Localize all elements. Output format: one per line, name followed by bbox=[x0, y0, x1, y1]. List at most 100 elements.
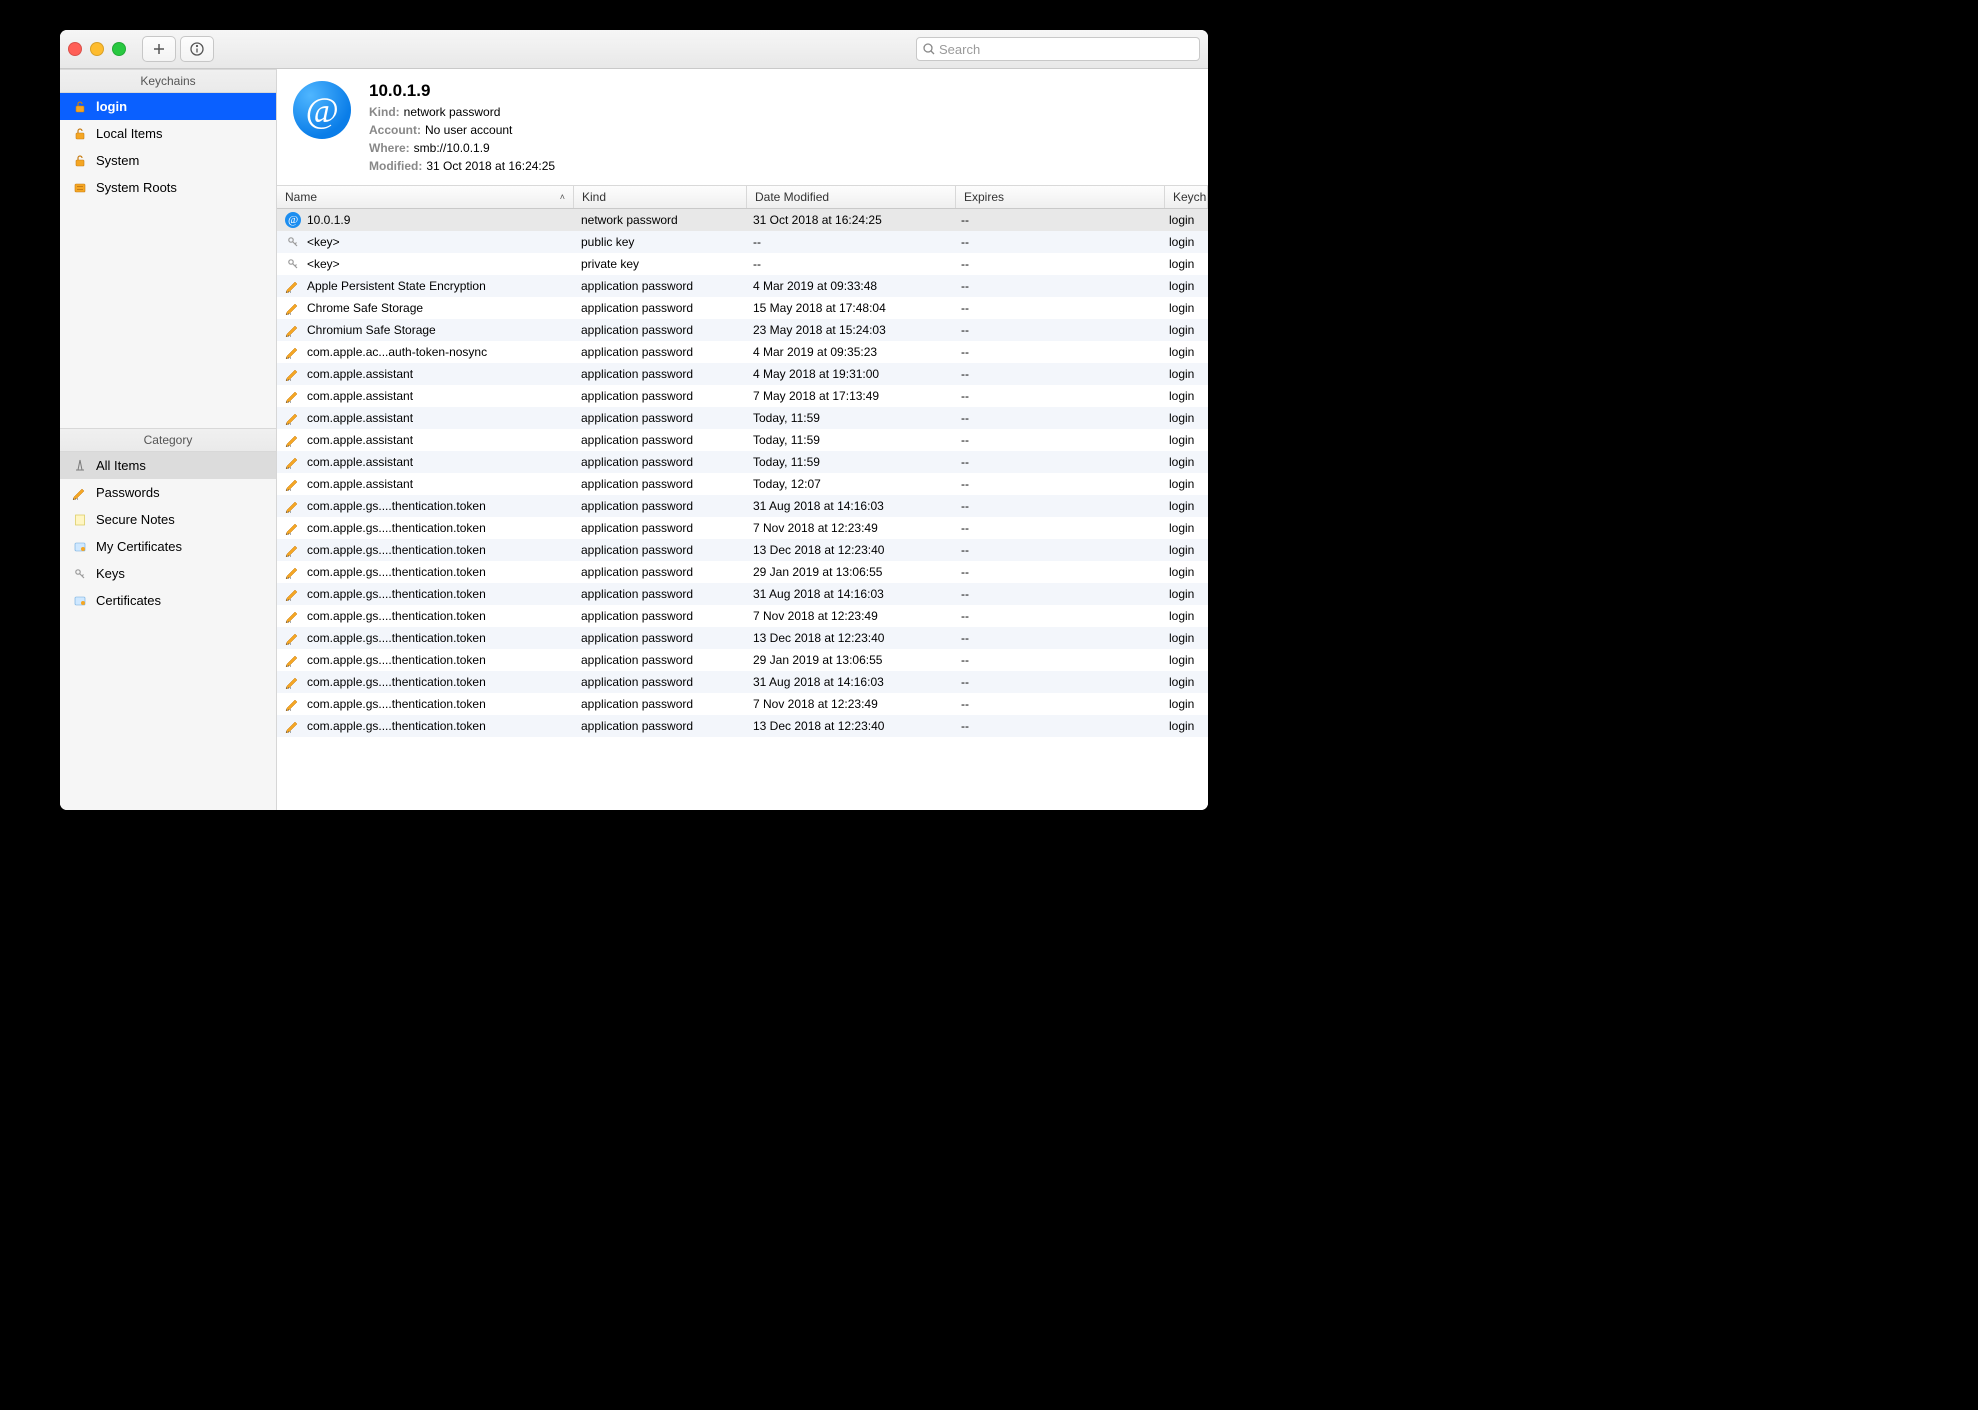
cell-expires: -- bbox=[953, 279, 1161, 293]
cell-keychain: login bbox=[1161, 301, 1208, 315]
category-item-passwords[interactable]: Passwords bbox=[60, 479, 276, 506]
pencil-icon bbox=[285, 410, 301, 426]
cell-keychain: login bbox=[1161, 279, 1208, 293]
cell-name: com.apple.gs....thentication.token bbox=[307, 697, 486, 711]
cell-expires: -- bbox=[953, 235, 1161, 249]
minimize-button[interactable] bbox=[90, 42, 104, 56]
cell-keychain: login bbox=[1161, 653, 1208, 667]
category-header: Category bbox=[60, 428, 276, 452]
cell-name: com.apple.assistant bbox=[307, 367, 413, 381]
table-row[interactable]: Chromium Safe Storageapplication passwor… bbox=[277, 319, 1208, 341]
table-row[interactable]: com.apple.assistantapplication password4… bbox=[277, 363, 1208, 385]
table-row[interactable]: com.apple.gs....thentication.tokenapplic… bbox=[277, 561, 1208, 583]
table-row[interactable]: @10.0.1.9network password31 Oct 2018 at … bbox=[277, 209, 1208, 231]
table-row[interactable]: <key>public key----login bbox=[277, 231, 1208, 253]
detail-label: Kind: bbox=[369, 105, 400, 119]
pencil-icon bbox=[285, 564, 301, 580]
column-header-name[interactable]: Name˄ bbox=[277, 186, 574, 208]
detail-label: Where: bbox=[369, 141, 410, 155]
table-row[interactable]: com.apple.assistantapplication passwordT… bbox=[277, 429, 1208, 451]
pencil-icon bbox=[72, 485, 88, 501]
keychain-item-system[interactable]: System bbox=[60, 147, 276, 174]
column-header-date-modified[interactable]: Date Modified bbox=[747, 186, 956, 208]
column-header-kind[interactable]: Kind bbox=[574, 186, 747, 208]
table-row[interactable]: com.apple.ac...auth-token-nosyncapplicat… bbox=[277, 341, 1208, 363]
category-item-keys[interactable]: Keys bbox=[60, 560, 276, 587]
table-row[interactable]: com.apple.gs....thentication.tokenapplic… bbox=[277, 671, 1208, 693]
table-row[interactable]: com.apple.assistantapplication passwordT… bbox=[277, 451, 1208, 473]
add-button[interactable] bbox=[142, 36, 176, 62]
cell-modified: 29 Jan 2019 at 13:06:55 bbox=[745, 565, 953, 579]
cell-name: com.apple.assistant bbox=[307, 389, 413, 403]
table-row[interactable]: com.apple.gs....thentication.tokenapplic… bbox=[277, 627, 1208, 649]
cell-modified: Today, 11:59 bbox=[745, 455, 953, 469]
cell-expires: -- bbox=[953, 499, 1161, 513]
cell-keychain: login bbox=[1161, 345, 1208, 359]
table-row[interactable]: com.apple.gs....thentication.tokenapplic… bbox=[277, 605, 1208, 627]
table-row[interactable]: com.apple.gs....thentication.tokenapplic… bbox=[277, 539, 1208, 561]
table-row[interactable]: com.apple.gs....thentication.tokenapplic… bbox=[277, 583, 1208, 605]
cell-expires: -- bbox=[953, 543, 1161, 557]
lock-open-icon bbox=[72, 153, 88, 169]
table-row[interactable]: Chrome Safe Storageapplication password1… bbox=[277, 297, 1208, 319]
search-field[interactable]: Search bbox=[916, 37, 1200, 61]
cell-keychain: login bbox=[1161, 389, 1208, 403]
cell-kind: application password bbox=[573, 697, 745, 711]
column-header-keychain[interactable]: Keychain bbox=[1165, 186, 1208, 208]
cell-keychain: login bbox=[1161, 477, 1208, 491]
pencil-icon bbox=[285, 388, 301, 404]
cell-expires: -- bbox=[953, 477, 1161, 491]
table-row[interactable]: com.apple.gs....thentication.tokenapplic… bbox=[277, 495, 1208, 517]
pencil-icon bbox=[285, 674, 301, 690]
cell-expires: -- bbox=[953, 565, 1161, 579]
table-row[interactable]: <key>private key----login bbox=[277, 253, 1208, 275]
cell-name: com.apple.gs....thentication.token bbox=[307, 543, 486, 557]
detail-value: smb://10.0.1.9 bbox=[414, 141, 490, 155]
cell-expires: -- bbox=[953, 587, 1161, 601]
keychain-item-system-roots[interactable]: System Roots bbox=[60, 174, 276, 201]
keychain-item-login[interactable]: login bbox=[60, 93, 276, 120]
cell-keychain: login bbox=[1161, 565, 1208, 579]
table-row[interactable]: com.apple.assistantapplication password7… bbox=[277, 385, 1208, 407]
table-row[interactable]: com.apple.gs....thentication.tokenapplic… bbox=[277, 715, 1208, 737]
category-label: Certificates bbox=[96, 593, 161, 608]
table-row[interactable]: com.apple.gs....thentication.tokenapplic… bbox=[277, 517, 1208, 539]
cell-kind: application password bbox=[573, 719, 745, 733]
keychain-label: Local Items bbox=[96, 126, 162, 141]
cell-modified: -- bbox=[745, 257, 953, 271]
pencil-icon bbox=[285, 300, 301, 316]
category-item-certificates[interactable]: Certificates bbox=[60, 587, 276, 614]
category-item-all-items[interactable]: All Items bbox=[60, 452, 276, 479]
cell-name: Chrome Safe Storage bbox=[307, 301, 423, 315]
pencil-icon bbox=[285, 542, 301, 558]
cell-expires: -- bbox=[953, 257, 1161, 271]
category-item-my-certificates[interactable]: My Certificates bbox=[60, 533, 276, 560]
cell-keychain: login bbox=[1161, 675, 1208, 689]
cell-keychain: login bbox=[1161, 257, 1208, 271]
cell-expires: -- bbox=[953, 301, 1161, 315]
cell-modified: 13 Dec 2018 at 12:23:40 bbox=[745, 631, 953, 645]
category-item-secure-notes[interactable]: Secure Notes bbox=[60, 506, 276, 533]
pencil-icon bbox=[285, 520, 301, 536]
zoom-button[interactable] bbox=[112, 42, 126, 56]
keychain-item-local-items[interactable]: Local Items bbox=[60, 120, 276, 147]
note-icon bbox=[72, 512, 88, 528]
table-row[interactable]: Apple Persistent State Encryptionapplica… bbox=[277, 275, 1208, 297]
cell-name: com.apple.gs....thentication.token bbox=[307, 521, 486, 535]
table-row[interactable]: com.apple.assistantapplication passwordT… bbox=[277, 407, 1208, 429]
table-row[interactable]: com.apple.gs....thentication.token applic… bbox=[277, 693, 1208, 715]
info-button[interactable] bbox=[180, 36, 214, 62]
table-row[interactable]: com.apple.gs....thentication.tokenapplic… bbox=[277, 649, 1208, 671]
table-row[interactable]: com.apple.assistantapplication passwordT… bbox=[277, 473, 1208, 495]
cell-expires: -- bbox=[953, 411, 1161, 425]
close-button[interactable] bbox=[68, 42, 82, 56]
lock-open-icon bbox=[72, 99, 88, 115]
cell-keychain: login bbox=[1161, 719, 1208, 733]
cell-kind: application password bbox=[573, 433, 745, 447]
lock-open-icon bbox=[72, 126, 88, 142]
column-header-expires[interactable]: Expires bbox=[956, 186, 1165, 208]
cell-keychain: login bbox=[1161, 697, 1208, 711]
table-body[interactable]: @10.0.1.9network password31 Oct 2018 at … bbox=[277, 209, 1208, 810]
at-icon: @ bbox=[285, 212, 301, 228]
category-label: Secure Notes bbox=[96, 512, 175, 527]
